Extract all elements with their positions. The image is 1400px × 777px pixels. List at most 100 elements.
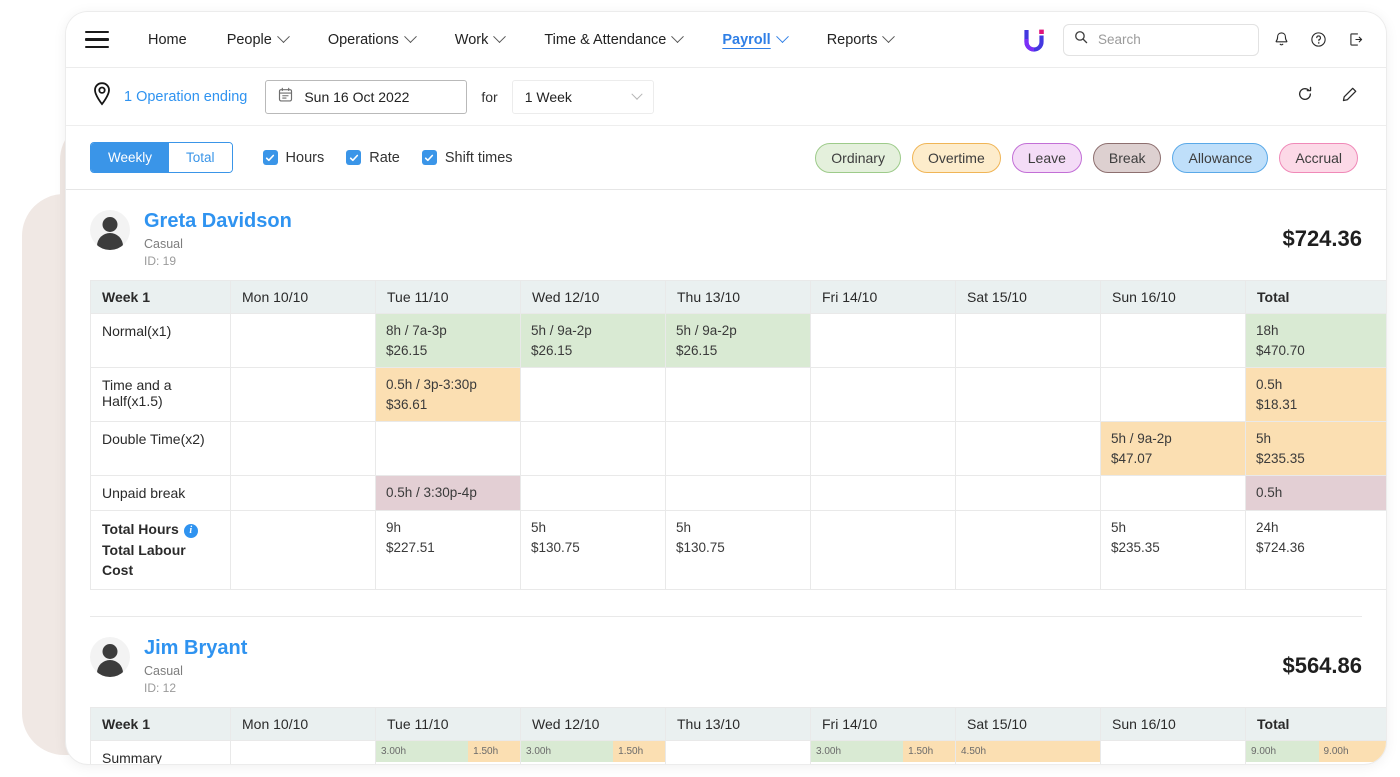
employee-block: Jim Bryant Casual ID: 12 $564.86 Week 1 Mon 1…	[66, 617, 1386, 764]
summary-amount-row: $164.75	[956, 762, 1100, 764]
refresh-icon[interactable]	[1297, 86, 1313, 107]
summary-amount-row	[231, 762, 375, 764]
checkbox-checked-icon	[262, 150, 278, 165]
column-header: Tue 11/10	[375, 280, 521, 314]
u-logo-icon	[1019, 25, 1049, 55]
empty-cell	[230, 421, 376, 477]
filter-bar-actions	[1297, 86, 1358, 108]
week-total-cell: 24h $724.36	[1245, 510, 1386, 591]
nav-item-people[interactable]: People	[207, 24, 308, 56]
legend-chip-break[interactable]: Break	[1092, 142, 1162, 173]
table-header-row: Week 1 Mon 10/10 Tue 11/10 Wed 12/10 Thu 13/…	[90, 280, 1386, 314]
empty-cell	[1100, 367, 1246, 423]
column-header: Fri 14/10	[810, 707, 956, 742]
segment-total[interactable]: Total	[169, 143, 232, 172]
empty-cell	[665, 421, 811, 477]
pencil-edit-icon[interactable]	[1341, 86, 1358, 108]
summary-day-cell[interactable]: 3.00h1.50h$133.37	[520, 740, 666, 764]
row-total-cell: 0.5h	[1245, 475, 1386, 512]
date-picker[interactable]: Sun 16 Oct 2022	[265, 79, 468, 114]
app-window: Home People Operations Work Time & Atten…	[66, 12, 1386, 764]
day-total-cell: 5h $130.75	[520, 510, 666, 591]
employee-id: ID: 19	[144, 254, 177, 268]
chevron-down-icon	[671, 30, 685, 44]
legend-chip-ordinary[interactable]: Ordinary	[815, 142, 901, 173]
checkbox-rate[interactable]: Rate	[346, 150, 400, 166]
nav-item-payroll[interactable]: Payroll	[702, 24, 806, 56]
checkbox-checked-icon	[346, 150, 362, 165]
day-total-cell: 5h $235.35	[1100, 510, 1246, 591]
legend-chip-allowance[interactable]: Allowance	[1172, 142, 1269, 173]
table-row: Time and a Half(x1.5) 0.5h / 3p-3:30p $36.…	[90, 367, 1386, 423]
shift-cell[interactable]: 8h / 7a-3p $26.15	[375, 312, 521, 369]
legend-chip-overtime[interactable]: Overtime	[911, 142, 1001, 173]
column-header: Mon 10/10	[230, 707, 376, 742]
summary-total-cell[interactable]: 9.00h9.00h$564.86	[1245, 740, 1386, 764]
help-circle-icon[interactable]	[1303, 25, 1333, 55]
info-icon[interactable]: i	[183, 524, 198, 539]
bell-icon[interactable]	[1266, 25, 1296, 55]
employee-id: ID: 12	[144, 681, 177, 696]
checkbox-hours[interactable]: Hours	[262, 150, 324, 166]
employee-list: Greta Davidson Casual ID: 19 $724.36 Week 1M…	[66, 190, 1386, 764]
empty-cell	[1100, 740, 1246, 764]
search-input[interactable]	[1096, 31, 1248, 48]
hours-bar-segment: 3.00h	[811, 741, 904, 763]
hours-bar-chart: 3.00h 1.50h	[376, 741, 520, 763]
summary-amount-row	[1101, 762, 1245, 764]
nav-item-reports[interactable]: Reports	[807, 24, 914, 56]
nav-item-time-attendance[interactable]: Time & Attendance	[524, 24, 702, 56]
legend-chip-accrual[interactable]: Accrual	[1279, 142, 1358, 173]
table-row: Double Time(x2) 5h / 9a-2p $47.07 5h $235.35	[90, 421, 1386, 477]
hours-bar-chart: 3.00h 1.50h	[811, 741, 955, 763]
column-header: Total	[1245, 707, 1386, 742]
shift-cell[interactable]: 5h / 9a-2p $26.15	[520, 312, 666, 369]
empty-cell	[955, 510, 1101, 591]
totals-row: Total Hours i Total Labour Cost 9h $227.51 5h…	[90, 510, 1386, 591]
timesheet-table: Week 1 Mon 10/10 Tue 11/10 Wed 12/10 Thu 13/…	[90, 280, 1386, 591]
chevron-down-icon	[631, 88, 643, 100]
employee-name[interactable]: Greta Davidson	[144, 210, 292, 232]
nav-item-label: Payroll	[722, 31, 771, 48]
nav-item-home[interactable]: Home	[128, 24, 207, 56]
summary-amount-row: $133.37	[376, 762, 520, 764]
empty-cell	[955, 475, 1101, 512]
column-header: Sun 16/10	[1100, 707, 1246, 742]
column-header: Sat 15/10	[955, 280, 1101, 314]
nav-item-label: Time & Attendance	[544, 31, 667, 48]
summary-day-cell[interactable]: 3.00h1.50h$133.37	[375, 740, 521, 764]
nav-item-label: Reports	[826, 31, 878, 48]
empty-cell	[230, 312, 376, 369]
range-select[interactable]: 1 Week	[511, 79, 654, 114]
summary-day-cell[interactable]: 3.00h1.50h$133.37	[810, 740, 956, 764]
empty-cell	[1100, 312, 1246, 369]
checkbox-shift-times[interactable]: Shift times	[421, 150, 513, 166]
segment-weekly[interactable]: Weekly	[91, 143, 170, 172]
hamburger-menu-icon[interactable]	[80, 23, 114, 57]
column-header: Thu 13/10	[665, 707, 811, 742]
empty-cell	[665, 367, 811, 423]
column-header: Sun 16/10	[1100, 280, 1246, 314]
logout-icon[interactable]	[1340, 25, 1370, 55]
summary-day-cell[interactable]: 4.50h$164.75	[955, 740, 1101, 764]
search-box[interactable]	[1063, 23, 1259, 56]
pay-category-label: Unpaid break	[90, 475, 231, 512]
shift-cell[interactable]: 5h / 9a-2p $26.15	[665, 312, 811, 369]
date-picker-value: Sun 16 Oct 2022	[304, 88, 410, 105]
pay-category-label: Time and a Half(x1.5)	[90, 367, 231, 423]
employee-total-amount: $724.36	[1282, 226, 1362, 251]
shift-cell[interactable]: 5h / 9a-2p $47.07	[1100, 421, 1246, 477]
operation-ending-label[interactable]: 1 Operation ending	[124, 89, 247, 105]
employee-header: Jim Bryant Casual ID: 12 $564.86	[90, 629, 1362, 707]
empty-cell	[520, 367, 666, 423]
summary-amount-row: $133.37	[521, 762, 665, 764]
legend-chip-leave[interactable]: Leave	[1011, 142, 1082, 173]
summary-label: Summary	[90, 740, 231, 764]
nav-item-work[interactable]: Work	[435, 24, 525, 56]
employee-name[interactable]: Jim Bryant	[144, 637, 247, 659]
nav-item-operations[interactable]: Operations	[308, 24, 435, 56]
empty-cell	[955, 367, 1101, 423]
shift-cell[interactable]: 0.5h / 3:30p-4p	[375, 475, 521, 512]
timesheet-table: Week 1 Mon 10/10 Tue 11/10 Wed 12/10 Thu 13/…	[90, 707, 1386, 764]
shift-cell[interactable]: 0.5h / 3p-3:30p $36.61	[375, 367, 521, 423]
